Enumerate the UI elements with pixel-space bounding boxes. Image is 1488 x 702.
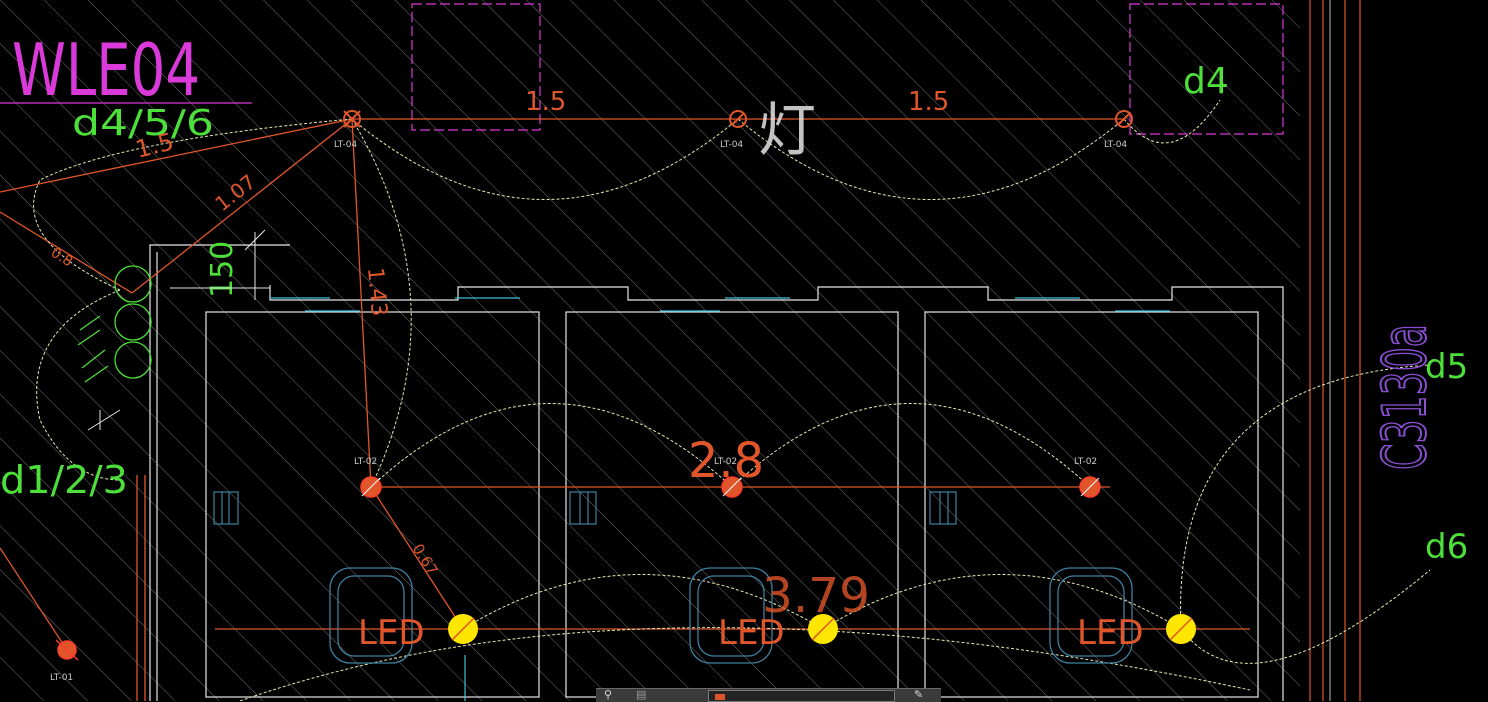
fixture-tag: LT-01: [50, 673, 73, 683]
dimension-text: 3.79: [762, 568, 870, 624]
layer-dropdown[interactable]: [708, 690, 895, 702]
color-swatch: [715, 694, 725, 700]
dimension-text: 1.5: [908, 87, 949, 117]
led-lamp-c[interactable]: [1166, 614, 1196, 644]
led-lamp-a[interactable]: [448, 614, 478, 644]
dimension-text: 1.5: [525, 87, 566, 117]
status-bar: ⚲ ▤ ✎: [596, 688, 941, 702]
led-label: LED: [358, 613, 425, 653]
tool-icon[interactable]: ▤: [636, 688, 646, 701]
room-code: C3130a: [1370, 324, 1440, 470]
edit-icon[interactable]: ✎: [914, 688, 923, 701]
dimension-text: 1.43: [362, 266, 391, 317]
fixture-tag: LT-02: [1074, 457, 1097, 467]
fixture-tag: LT-04: [334, 140, 357, 150]
handwritten-note: 灯: [758, 96, 816, 164]
link-icon[interactable]: ⚲: [604, 688, 612, 701]
room-label-top-right: d4: [1183, 61, 1229, 102]
dimension-text: 150: [205, 241, 240, 298]
cad-drawing-canvas[interactable]: LT-04 LT-04 LT-04 LT-02 LT-02 LT-02 LT-0…: [0, 0, 1488, 701]
dimension-text: 2.8: [688, 433, 764, 489]
circuit-label: WLE04: [12, 28, 200, 112]
fixture-tag: LT-04: [1104, 140, 1127, 150]
fixture-tag: LT-04: [720, 140, 743, 150]
fixture-tag: LT-02: [354, 457, 377, 467]
room-label-right-lower: d6: [1425, 527, 1468, 567]
room-label-left: d1/2/3: [0, 458, 128, 502]
led-label: LED: [1077, 613, 1144, 653]
